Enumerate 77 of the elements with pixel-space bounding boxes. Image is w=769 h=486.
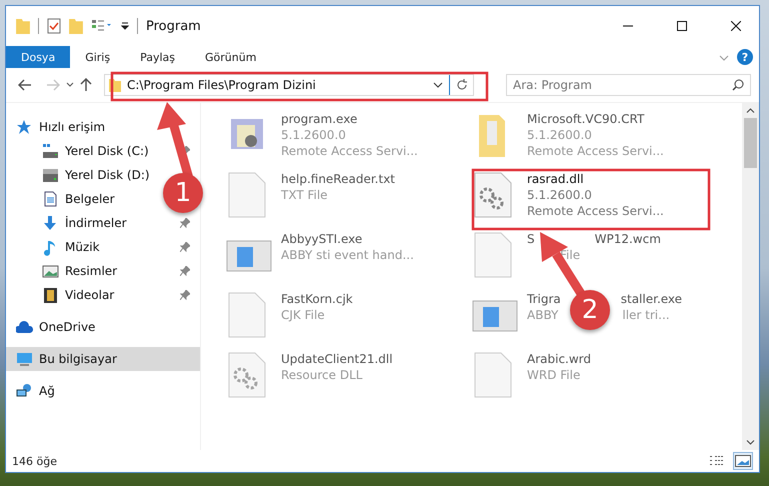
file-detail: CJK File bbox=[281, 307, 325, 323]
file-name[interactable]: program.exe bbox=[281, 111, 358, 127]
sidebar-item[interactable]: Yerel Disk (D:) bbox=[6, 163, 156, 187]
dropdown-icon[interactable] bbox=[433, 82, 443, 88]
checklist-icon[interactable] bbox=[47, 18, 61, 34]
file-detail: Resource DLL bbox=[281, 367, 362, 383]
new-folder-icon bbox=[69, 18, 83, 34]
up-icon[interactable] bbox=[80, 78, 92, 92]
scroll-thumb[interactable] bbox=[744, 118, 757, 168]
file-name[interactable]: UpdateClient21.dll bbox=[281, 351, 393, 367]
sidebar-item[interactable]: Yerel Disk (C:) bbox=[6, 139, 155, 163]
sidebar-item[interactable]: Videolar bbox=[6, 283, 120, 307]
document-icon bbox=[42, 190, 59, 208]
sidebar-item[interactable]: Hızlı erişim bbox=[6, 115, 112, 139]
close-icon[interactable] bbox=[731, 21, 741, 31]
cloud-icon bbox=[16, 318, 33, 336]
drive-icon bbox=[42, 166, 59, 184]
large-icons-view-button[interactable] bbox=[733, 452, 753, 470]
properties-icon[interactable] bbox=[91, 19, 113, 33]
back-icon[interactable] bbox=[18, 79, 32, 91]
file-detail: Remote Access Servi... bbox=[527, 203, 664, 219]
download-icon bbox=[42, 214, 59, 232]
file-detail: 5.1.2600.0 bbox=[527, 187, 592, 203]
star-icon bbox=[16, 118, 33, 136]
file-detail: 5.1.2600.0 bbox=[527, 127, 592, 143]
file-name[interactable]: rasrad.dll bbox=[527, 171, 584, 187]
item-count: 146 öğe bbox=[12, 454, 57, 468]
sidebar-item[interactable]: Resimler bbox=[6, 259, 124, 283]
details-icon[interactable] bbox=[710, 456, 724, 466]
file-name[interactable]: S bbox=[527, 231, 535, 247]
ribbon-tab[interactable]: Dosya bbox=[6, 46, 70, 68]
ribbon-tab[interactable]: Paylaş bbox=[125, 46, 190, 68]
file-name[interactable]: Microsoft.VC90.CRT bbox=[527, 111, 644, 127]
file-detail: WRD File bbox=[527, 367, 580, 383]
file-name[interactable]: Arabic.wrd bbox=[527, 351, 592, 367]
sidebar-item[interactable]: Belgeler bbox=[6, 187, 121, 211]
sidebar-item[interactable]: Müzik bbox=[6, 235, 106, 259]
caret-icon[interactable] bbox=[121, 22, 129, 30]
file-detail: ller tri... bbox=[622, 307, 670, 323]
refresh-icon[interactable] bbox=[456, 79, 468, 91]
ribbon-tab[interactable]: Görünüm bbox=[190, 46, 272, 68]
address-field[interactable]: C:\Program Files\Program Dizini bbox=[104, 74, 474, 96]
minimize-icon[interactable] bbox=[623, 25, 633, 27]
sidebar-item[interactable]: OneDrive bbox=[6, 315, 102, 339]
file-detail: ABBY bbox=[527, 307, 558, 323]
folder-icon bbox=[16, 18, 30, 34]
file-detail: ABBY sti event hand... bbox=[281, 247, 414, 263]
dropdown-icon[interactable] bbox=[66, 82, 74, 88]
system-drive-icon bbox=[42, 142, 59, 160]
file-detail: 5.1.2600.0 bbox=[281, 127, 346, 143]
ribbon-tab[interactable]: Giriş bbox=[70, 46, 126, 68]
file-name[interactable]: Trigra bbox=[527, 291, 561, 307]
large-icons-icon[interactable] bbox=[735, 455, 751, 467]
search-field[interactable]: Ara: Program bbox=[506, 74, 751, 96]
sidebar-item[interactable]: Bu bilgisayar bbox=[6, 347, 200, 371]
help-button[interactable]: ? bbox=[737, 49, 753, 65]
scroll-down-icon[interactable] bbox=[746, 440, 755, 445]
file-name[interactable]: WP12.wcm bbox=[594, 231, 661, 247]
sidebar-item[interactable]: İndirmeler bbox=[6, 211, 133, 235]
computer-icon bbox=[16, 350, 33, 368]
file-name[interactable]: AbbyySTI.exe bbox=[281, 231, 362, 247]
file-detail: TXT File bbox=[281, 187, 328, 203]
chevron-icon[interactable] bbox=[719, 55, 729, 61]
file-name[interactable]: FastKorn.cjk bbox=[281, 291, 353, 307]
file-detail: Remote Access Servi... bbox=[527, 143, 664, 159]
file-name[interactable]: help.fineReader.txt bbox=[281, 171, 395, 187]
file-name[interactable]: staller.exe bbox=[620, 291, 682, 307]
maximize-icon[interactable] bbox=[677, 21, 687, 31]
sidebar-item[interactable]: Ağ bbox=[6, 379, 61, 403]
pictures-icon bbox=[42, 262, 59, 280]
videos-icon bbox=[42, 286, 59, 304]
network-icon bbox=[16, 382, 33, 400]
scrollbar[interactable] bbox=[742, 103, 759, 450]
window-title: Program bbox=[146, 18, 201, 34]
file-detail: Remote Access Servi... bbox=[281, 143, 418, 159]
scroll-up-icon[interactable] bbox=[746, 108, 755, 113]
search-icon[interactable] bbox=[732, 79, 744, 91]
